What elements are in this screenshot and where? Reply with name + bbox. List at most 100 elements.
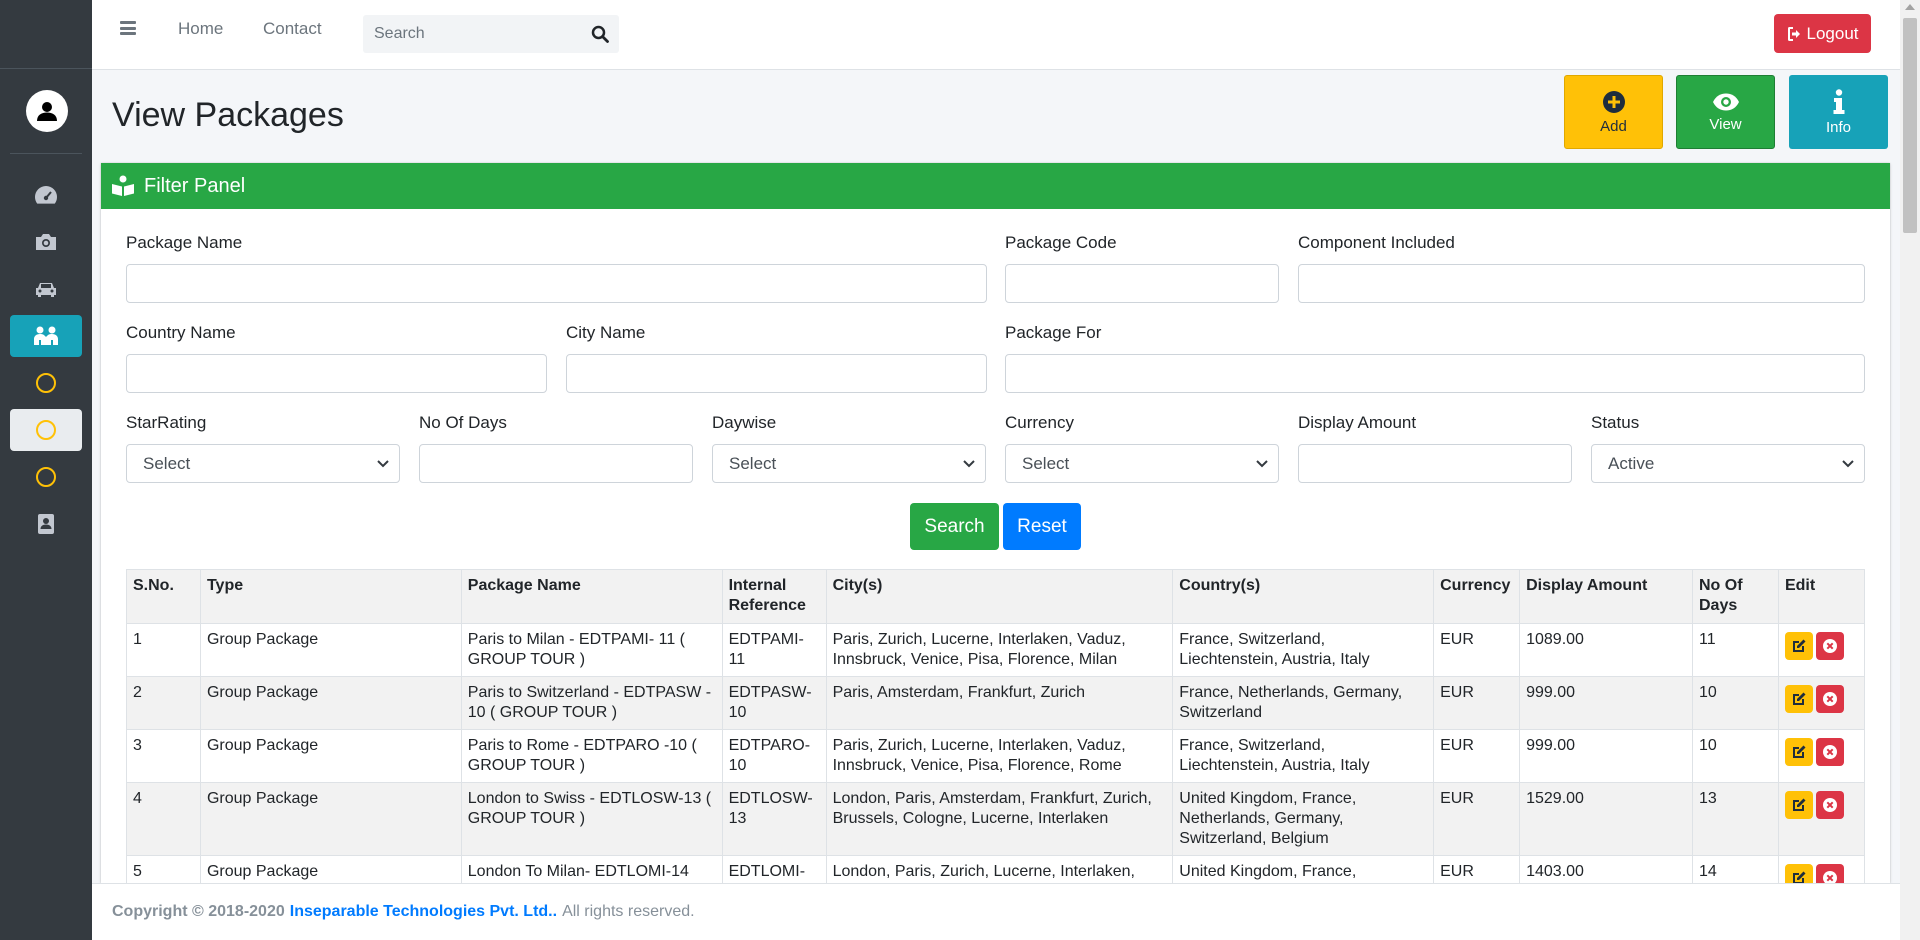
package-code-label: Package Code: [1005, 233, 1117, 252]
package-name-input[interactable]: [126, 264, 987, 303]
cell-display-amount: 1089.00: [1519, 623, 1693, 677]
book-reader-icon: [111, 175, 135, 197]
col-header-display-amount: Display Amount: [1519, 569, 1693, 624]
table-row: 3 Group Package Paris to Rome - EDTPARO -1…: [126, 729, 1866, 783]
table-row: 5 Group Package London To Milan- EDTLOMI-1…: [126, 855, 1866, 883]
col-header-edit: Edit: [1777, 569, 1866, 624]
display-amount-label: Display Amount: [1298, 413, 1417, 432]
edit-button[interactable]: [1784, 738, 1813, 766]
sidebar-item-circle-2[interactable]: [10, 409, 82, 451]
daywise-select[interactable]: Select: [712, 444, 986, 483]
scroll-up-arrow-icon[interactable]: [1905, 4, 1915, 10]
cell-sno: 1: [126, 623, 201, 677]
cell-package-name: London To Milan- EDTLOMI-14: [460, 855, 723, 883]
delete-button[interactable]: [1815, 632, 1844, 660]
filter-panel-title: Filter Panel: [144, 174, 246, 197]
scroll-thumb[interactable]: [1903, 18, 1917, 233]
sidebar-item-transport[interactable]: [10, 268, 82, 310]
cell-package-name: London to Swiss - EDTLOSW-13 ( GROUP TOU…: [460, 782, 723, 856]
search-filter-button[interactable]: Search: [910, 503, 999, 550]
add-package-button[interactable]: Add: [1564, 75, 1663, 149]
delete-button[interactable]: [1815, 685, 1844, 713]
times-circle-icon: [1822, 798, 1837, 812]
cell-currency: EUR: [1433, 676, 1521, 730]
currency-select[interactable]: Select: [1005, 444, 1279, 483]
nav-contact-link[interactable]: Contact: [263, 19, 322, 39]
search-button[interactable]: [581, 15, 619, 53]
reset-filter-button[interactable]: Reset: [1003, 503, 1081, 550]
cell-type: Group Package: [199, 855, 462, 883]
nav-home-link[interactable]: Home: [178, 19, 223, 39]
info-icon: [1833, 88, 1844, 114]
sidebar-item-packages[interactable]: [10, 315, 82, 357]
chevron-down-icon: [1842, 460, 1854, 468]
circle-icon: [36, 420, 56, 440]
search-icon: [591, 25, 609, 43]
sidebar-item-circle-1[interactable]: [10, 362, 82, 404]
sidebar-item-dashboard[interactable]: [10, 174, 82, 216]
cell-cities: Paris, Zurich, Lucerne, Interlaken, Vadu…: [825, 623, 1174, 677]
city-name-input[interactable]: [566, 354, 987, 393]
chevron-down-icon: [963, 460, 975, 468]
logout-label: Logout: [1806, 23, 1859, 43]
edit-icon: [1792, 692, 1806, 705]
cell-edit: [1777, 676, 1866, 730]
edit-icon: [1792, 745, 1806, 758]
menu-toggle-icon[interactable]: [120, 20, 136, 36]
cell-package-name: Paris to Rome - EDTPARO -10 ( GROUP TOUR…: [460, 729, 723, 783]
edit-button[interactable]: [1784, 864, 1813, 883]
chevron-down-icon: [377, 460, 389, 468]
delete-button[interactable]: [1815, 791, 1844, 819]
col-header-sno: S.No.: [126, 569, 201, 624]
cell-no-of-days: 14: [1691, 855, 1779, 883]
col-header-countries: Country(s): [1172, 569, 1435, 624]
delete-button[interactable]: [1815, 864, 1844, 883]
times-circle-icon: [1822, 639, 1837, 653]
component-included-input[interactable]: [1298, 264, 1865, 303]
search-input[interactable]: [363, 25, 581, 43]
table-row: 4 Group Package London to Swiss - EDTLOSW-…: [126, 782, 1866, 856]
sidebar-item-contacts[interactable]: [10, 503, 82, 545]
sidebar-item-circle-3[interactable]: [10, 456, 82, 498]
view-packages-button[interactable]: View: [1676, 75, 1775, 149]
cell-internal-reference: EDTLOMI-14: [721, 855, 827, 883]
no-of-days-input[interactable]: [419, 444, 693, 483]
page-title: View Packages: [112, 96, 344, 134]
info-label: Info: [1825, 118, 1852, 136]
page-scrollbar[interactable]: [1900, 0, 1920, 940]
dashboard-icon: [35, 186, 57, 204]
edit-icon: [1792, 639, 1806, 652]
cell-internal-reference: EDTPASW-10: [721, 676, 827, 730]
logout-button[interactable]: Logout: [1774, 14, 1871, 53]
camera-icon: [36, 234, 56, 250]
table-header-row: S.No. Type Package Name Internal Referen…: [126, 569, 1866, 624]
country-name-input[interactable]: [126, 354, 547, 393]
display-amount-input[interactable]: [1298, 444, 1572, 483]
footer-company-link[interactable]: Inseparable Technologies Pvt. Ltd..: [290, 903, 557, 921]
package-for-input[interactable]: [1005, 354, 1865, 393]
cell-internal-reference: EDTLOSW-13: [721, 782, 827, 856]
edit-button[interactable]: [1784, 632, 1813, 660]
sidebar-item-camera[interactable]: [10, 221, 82, 263]
user-avatar-icon[interactable]: [26, 90, 68, 132]
package-code-input[interactable]: [1005, 264, 1279, 303]
info-button[interactable]: Info: [1789, 75, 1888, 149]
edit-button[interactable]: [1784, 685, 1813, 713]
delete-button[interactable]: [1815, 738, 1844, 766]
cell-package-name: Paris to Switzerland - EDTPASW - 10 ( GR…: [460, 676, 723, 730]
edit-icon: [1792, 798, 1806, 811]
star-rating-select[interactable]: Select: [126, 444, 400, 483]
status-label: Status: [1591, 413, 1640, 432]
status-select[interactable]: Active: [1591, 444, 1865, 483]
chevron-down-icon: [1256, 460, 1268, 468]
cell-display-amount: 999.00: [1519, 729, 1693, 783]
packages-table: S.No. Type Package Name Internal Referen…: [126, 569, 1866, 883]
cell-cities: Paris, Zurich, Lucerne, Interlaken, Vadu…: [825, 729, 1174, 783]
circle-icon: [36, 373, 56, 393]
edit-button[interactable]: [1784, 791, 1813, 819]
cell-display-amount: 999.00: [1519, 676, 1693, 730]
cell-type: Group Package: [199, 623, 462, 677]
footer-copyright: Copyright © 2018-2020: [112, 903, 285, 920]
currency-value: Select: [1022, 453, 1070, 473]
cell-sno: 5: [126, 855, 201, 883]
